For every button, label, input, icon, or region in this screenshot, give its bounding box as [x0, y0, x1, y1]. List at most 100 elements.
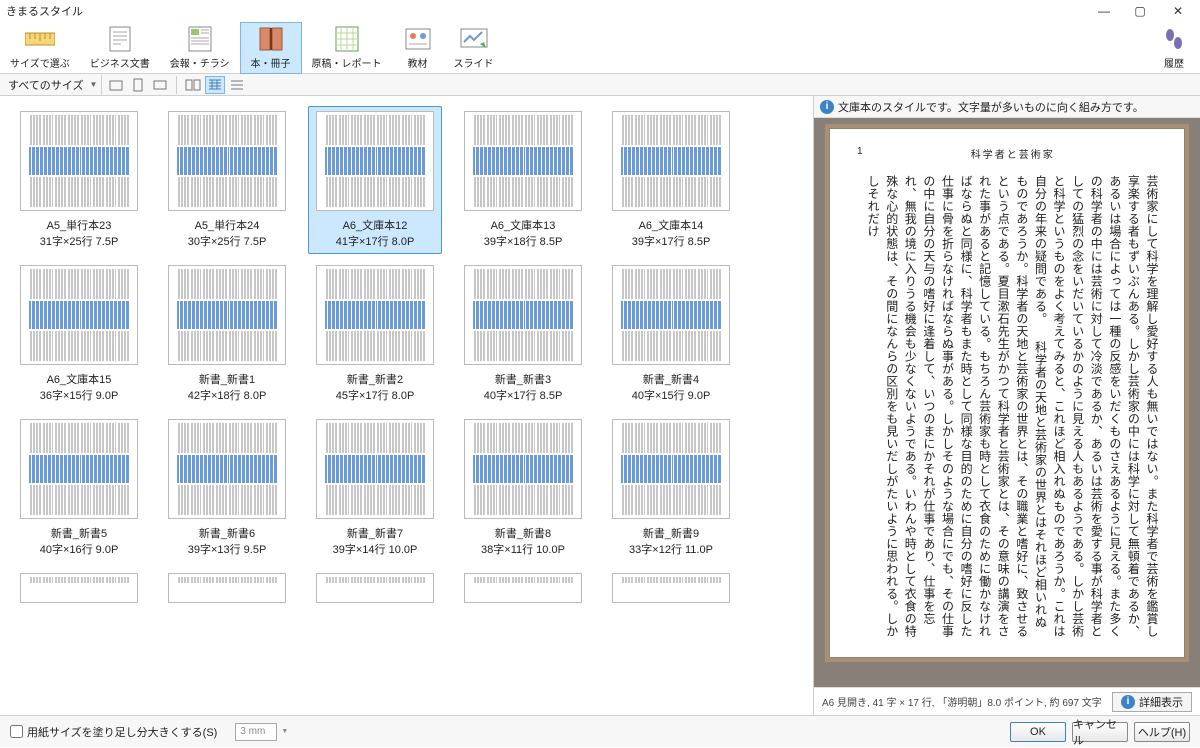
chevron-down-icon: ▼	[89, 80, 97, 89]
view-buttons	[179, 76, 251, 94]
page-number: 1	[857, 146, 865, 157]
style-thumbnail	[168, 573, 286, 603]
style-thumbnail	[316, 111, 434, 211]
card-spec: 40字×17行 8.5P	[484, 387, 563, 403]
help-button[interactable]: ヘルプ(H)	[1134, 722, 1190, 742]
card-name: 新書_新書6	[199, 525, 255, 541]
teaching-icon	[402, 25, 434, 53]
preview-pane: i 文庫本のスタイルです。文字量が多いものに向く組み方です。 1 科学者と芸術家…	[814, 96, 1200, 715]
book-icon	[255, 25, 287, 53]
close-button[interactable]: ✕	[1158, 0, 1198, 22]
style-card[interactable]: 新書_新書2 45字×17行 8.0P	[308, 260, 442, 408]
bottom-bar: 用紙サイズを塗り足し分大きくする(S) 3 mm ▼ OK キャンセル ヘルプ(…	[0, 715, 1200, 747]
style-thumbnail	[612, 419, 730, 519]
style-card[interactable]	[12, 568, 146, 608]
card-spec: 31字×25行 7.5P	[40, 233, 119, 249]
grid-icon	[331, 25, 363, 53]
size-filter-dropdown[interactable]: すべてのサイズ ▼	[0, 75, 102, 95]
style-gallery[interactable]: A5_単行本23 31字×25行 7.5P A5_単行本24 30字×25行 7…	[0, 96, 814, 715]
style-card[interactable]	[160, 568, 294, 608]
orient-auto-icon[interactable]	[106, 76, 126, 94]
style-card[interactable]: A6_文庫本14 39字×17行 8.5P	[604, 106, 738, 254]
card-spec: 39字×13行 9.5P	[188, 541, 267, 557]
bleed-checkbox[interactable]: 用紙サイズを塗り足し分大きくする(S)	[10, 724, 217, 740]
maximize-button[interactable]: ▢	[1122, 0, 1158, 22]
style-card[interactable]: 新書_新書5 40字×16行 9.0P	[12, 414, 146, 562]
style-thumbnail	[316, 265, 434, 365]
ok-button[interactable]: OK	[1010, 722, 1066, 742]
preview-description-text: 文庫本のスタイルです。文字量が多いものに向く組み方です。	[838, 99, 1144, 115]
style-thumbnail	[464, 419, 582, 519]
tab-label: スライド	[454, 55, 494, 70]
orient-portrait-icon[interactable]	[128, 76, 148, 94]
style-thumbnail	[20, 573, 138, 603]
card-spec: 39字×14行 10.0P	[333, 541, 418, 557]
minimize-button[interactable]: —	[1086, 0, 1122, 22]
card-name: A5_単行本23	[47, 217, 112, 233]
bleed-label: 用紙サイズを塗り足し分大きくする(S)	[27, 724, 217, 740]
style-thumbnail	[20, 111, 138, 211]
style-card[interactable]: 新書_新書7 39字×14行 10.0P	[308, 414, 442, 562]
style-thumbnail	[464, 111, 582, 211]
card-spec: 40字×15行 9.0P	[632, 387, 711, 403]
footprint-icon	[1158, 25, 1190, 53]
style-card[interactable]	[308, 568, 442, 608]
tab-business[interactable]: ビジネス文書	[80, 22, 160, 74]
tab-label: 本・冊子	[251, 55, 291, 70]
style-card[interactable]: A6_文庫本12 41字×17行 8.0P	[308, 106, 442, 254]
card-spec: 45字×17行 8.0P	[336, 387, 415, 403]
preview-heading: 科学者と芸術家	[971, 150, 1055, 161]
tab-label: ビジネス文書	[90, 55, 150, 70]
bleed-value[interactable]: 3 mm	[235, 723, 277, 741]
tab-slide[interactable]: スライド	[444, 22, 504, 74]
orient-landscape-icon[interactable]	[150, 76, 170, 94]
card-name: 新書_新書4	[643, 371, 699, 387]
card-name: 新書_新書3	[495, 371, 551, 387]
preview-stage: 1 科学者と芸術家 芸術家にして科学を理解し愛好する人も無いではない。また科学者…	[814, 118, 1200, 687]
preview-body-text: 芸術家にして科学を理解し愛好する人も無いではない。また科学者で芸術を鑑賞し享楽す…	[853, 175, 1161, 640]
card-spec: 42字×18行 8.0P	[188, 387, 267, 403]
style-card[interactable]	[604, 568, 738, 608]
view-facing-icon[interactable]	[183, 76, 203, 94]
tab-size[interactable]: サイズで選ぶ	[0, 22, 80, 74]
preview-description-bar: i 文庫本のスタイルです。文字量が多いものに向く組み方です。	[814, 96, 1200, 118]
cancel-button[interactable]: キャンセル	[1072, 722, 1128, 742]
preview-page: 1 科学者と芸術家 芸術家にして科学を理解し愛好する人も無いではない。また科学者…	[829, 128, 1185, 658]
style-thumbnail	[168, 265, 286, 365]
view-grid-icon[interactable]	[205, 76, 225, 94]
tab-manuscript[interactable]: 原稿・レポート	[302, 22, 392, 74]
sub-toolbar: すべてのサイズ ▼	[0, 74, 1200, 96]
tab-book[interactable]: 本・冊子	[240, 22, 302, 74]
bleed-checkbox-input[interactable]	[10, 725, 23, 738]
style-card[interactable]: 新書_新書3 40字×17行 8.5P	[456, 260, 590, 408]
style-thumbnail	[168, 111, 286, 211]
style-card[interactable]: 新書_新書6 39字×13行 9.5P	[160, 414, 294, 562]
detail-btn-label: 詳細表示	[1139, 694, 1183, 710]
size-filter-value: すべてのサイズ	[8, 77, 83, 93]
view-list-icon[interactable]	[227, 76, 247, 94]
style-card[interactable]: A6_文庫本15 36字×15行 9.0P	[12, 260, 146, 408]
chevron-down-icon[interactable]: ▼	[281, 728, 288, 735]
style-card[interactable]: 新書_新書8 38字×11行 10.0P	[456, 414, 590, 562]
style-card[interactable]: A5_単行本23 31字×25行 7.5P	[12, 106, 146, 254]
slide-icon	[458, 25, 490, 53]
style-card[interactable]: 新書_新書1 42字×18行 8.0P	[160, 260, 294, 408]
titlebar: きまるスタイル — ▢ ✕	[0, 0, 1200, 22]
orientation-buttons	[102, 76, 174, 94]
info-icon: i	[1121, 695, 1135, 709]
style-card[interactable]: 新書_新書9 33字×12行 11.0P	[604, 414, 738, 562]
style-card[interactable]	[456, 568, 590, 608]
card-name: 新書_新書1	[199, 371, 255, 387]
card-spec: 33字×12行 11.0P	[629, 541, 713, 557]
bleed-amount-field[interactable]: 3 mm ▼	[235, 723, 288, 741]
style-thumbnail	[612, 573, 730, 603]
style-card[interactable]: A5_単行本24 30字×25行 7.5P	[160, 106, 294, 254]
tab-label: サイズで選ぶ	[10, 55, 70, 70]
tab-teaching[interactable]: 教材	[392, 22, 444, 74]
history-button[interactable]: 履歴	[1148, 22, 1200, 74]
style-card[interactable]: 新書_新書4 40字×15行 9.0P	[604, 260, 738, 408]
detail-view-button[interactable]: i 詳細表示	[1112, 692, 1192, 712]
window-title: きまるスタイル	[2, 3, 1086, 19]
style-card[interactable]: A6_文庫本13 39字×18行 8.5P	[456, 106, 590, 254]
tab-newsletter[interactable]: 会報・チラシ	[160, 22, 240, 74]
